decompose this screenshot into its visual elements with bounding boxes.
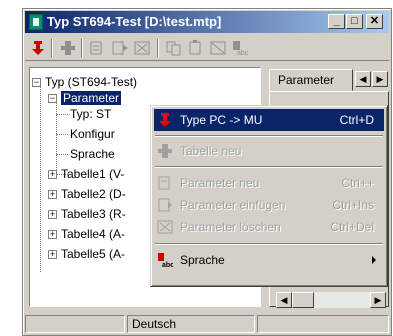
tab-parameter[interactable]: Parameter xyxy=(269,69,353,91)
tree-item-tabelle5[interactable]: + Tabelle5 (A- xyxy=(48,246,125,262)
paste-icon[interactable] xyxy=(187,39,205,57)
param-insert-icon xyxy=(158,198,172,212)
scroll-left-button[interactable]: ◀ xyxy=(276,292,292,308)
svg-text:abc: abc xyxy=(162,262,173,268)
toolbar-separator xyxy=(157,39,159,57)
collapse-icon[interactable]: − xyxy=(48,94,57,104)
status-pane xyxy=(25,315,125,333)
tree-item-tabelle4[interactable]: + Tabelle4 (A- xyxy=(48,226,125,242)
svg-text:abc: abc xyxy=(237,50,249,57)
menu-item-tabelle-neu[interactable]: Tabelle neu xyxy=(154,140,384,162)
tree-item-label: Typ: ST xyxy=(70,107,112,121)
status-bar: Deutsch xyxy=(25,313,389,335)
tree-item-root[interactable]: − Typ (ST694-Test) xyxy=(32,74,137,90)
table-new-icon[interactable] xyxy=(59,39,77,57)
menu-item-shortcut: Ctrl++ xyxy=(341,176,374,190)
type-pc-mu-icon xyxy=(159,113,171,127)
delete-icon[interactable] xyxy=(209,39,227,57)
expand-icon[interactable]: + xyxy=(48,170,57,180)
tree-connector xyxy=(56,98,57,174)
menu-item-shortcut: Ctrl+Del xyxy=(330,220,374,234)
tree-item-label: Tabelle1 (V- xyxy=(61,167,125,181)
tree-connector xyxy=(56,114,68,115)
context-menu: Type PC -> MU Ctrl+D Tabelle neu Paramet… xyxy=(150,105,388,287)
menu-separator xyxy=(155,135,383,137)
menu-separator xyxy=(155,243,383,245)
type-pc-mu-icon[interactable] xyxy=(29,39,47,57)
expand-icon[interactable]: + xyxy=(48,230,57,240)
menu-item-label: Parameter einfügen xyxy=(180,198,286,212)
tree-item-tabelle3[interactable]: + Tabelle3 (R- xyxy=(48,206,126,222)
param-new-icon[interactable] xyxy=(89,39,107,57)
tree-item-label: Parameter xyxy=(61,91,122,105)
tree-item-label: Typ (ST694-Test) xyxy=(45,75,138,89)
submenu-arrow-icon xyxy=(372,256,376,264)
tree-item-konfiguration[interactable]: Konfigur xyxy=(70,126,115,142)
param-delete-icon[interactable] xyxy=(133,39,151,57)
table-new-icon xyxy=(158,144,172,158)
menu-separator xyxy=(155,166,383,168)
copy-icon[interactable] xyxy=(165,39,183,57)
menu-item-type-pc-mu[interactable]: Type PC -> MU Ctrl+D xyxy=(154,109,384,131)
expand-icon[interactable]: + xyxy=(48,210,57,220)
status-pane xyxy=(257,315,389,333)
menu-item-label: Parameter neu xyxy=(180,176,260,190)
scroll-thumb[interactable] xyxy=(292,292,314,308)
tree-item-tabelle1[interactable]: + Tabelle1 (V- xyxy=(48,166,124,182)
tree-item-label: Konfigur xyxy=(70,127,115,141)
menu-item-shortcut: Ctrl+Ins xyxy=(332,198,374,212)
language-icon: abc xyxy=(158,253,173,268)
menu-item-sprache[interactable]: abc Sprache xyxy=(154,249,384,271)
toolbar: abc xyxy=(25,35,389,61)
toolbar-separator xyxy=(51,39,53,57)
tab-scroll-right-button[interactable]: ▶ xyxy=(372,71,388,87)
expand-icon[interactable]: + xyxy=(48,190,57,200)
close-button[interactable]: ✕ xyxy=(366,14,383,29)
menu-item-parameter-loeschen[interactable]: Parameter löschen Ctrl+Del xyxy=(154,216,384,238)
tree-connector xyxy=(40,82,41,272)
tree-item-sprache[interactable]: Sprache xyxy=(70,146,115,162)
tree-item-typ[interactable]: Typ: ST xyxy=(70,106,111,122)
menu-item-shortcut: Ctrl+D xyxy=(339,113,374,127)
tab-scroll-left-button[interactable]: ◀ xyxy=(355,71,371,87)
expand-icon[interactable]: + xyxy=(48,250,57,260)
menu-item-label: Parameter löschen xyxy=(180,220,281,234)
tree-item-label: Sprache xyxy=(70,147,115,161)
window-title: Typ ST694-Test [D:\test.mtp] xyxy=(47,14,222,29)
menu-item-label: Tabelle neu xyxy=(180,144,242,158)
minimize-button[interactable]: _ xyxy=(328,14,345,29)
app-icon[interactable] xyxy=(29,14,43,30)
menu-item-parameter-einfuegen[interactable]: Parameter einfügen Ctrl+Ins xyxy=(154,194,384,216)
status-language: Deutsch xyxy=(127,315,255,333)
toolbar-separator xyxy=(81,39,83,57)
menu-item-parameter-neu[interactable]: Parameter neu Ctrl++ xyxy=(154,172,384,194)
tree-item-label: Tabelle3 (R- xyxy=(61,207,126,221)
maximize-button[interactable]: □ xyxy=(346,14,363,29)
tree-item-tabelle2[interactable]: + Tabelle2 (D- xyxy=(48,186,126,202)
tree-item-label: Tabelle4 (A- xyxy=(61,227,126,241)
tree-item-label: Tabelle5 (A- xyxy=(61,247,126,261)
tree-item-label: Tabelle2 (D- xyxy=(61,187,126,201)
param-insert-icon[interactable] xyxy=(111,39,129,57)
collapse-icon[interactable]: − xyxy=(32,78,41,88)
horizontal-scrollbar[interactable]: ◀ ▶ xyxy=(276,292,386,308)
language-icon[interactable]: abc xyxy=(231,39,249,57)
tree-connector xyxy=(56,134,68,135)
menu-item-label: Sprache xyxy=(180,253,225,267)
menu-item-label: Type PC -> MU xyxy=(180,113,263,127)
title-bar[interactable]: Typ ST694-Test [D:\test.mtp] _ □ ✕ xyxy=(25,11,389,33)
param-delete-icon xyxy=(157,220,173,234)
scroll-right-button[interactable]: ▶ xyxy=(370,292,386,308)
tree-connector xyxy=(56,154,68,155)
param-new-icon xyxy=(158,176,170,190)
tree-item-parameter[interactable]: − Parameter xyxy=(48,90,122,106)
